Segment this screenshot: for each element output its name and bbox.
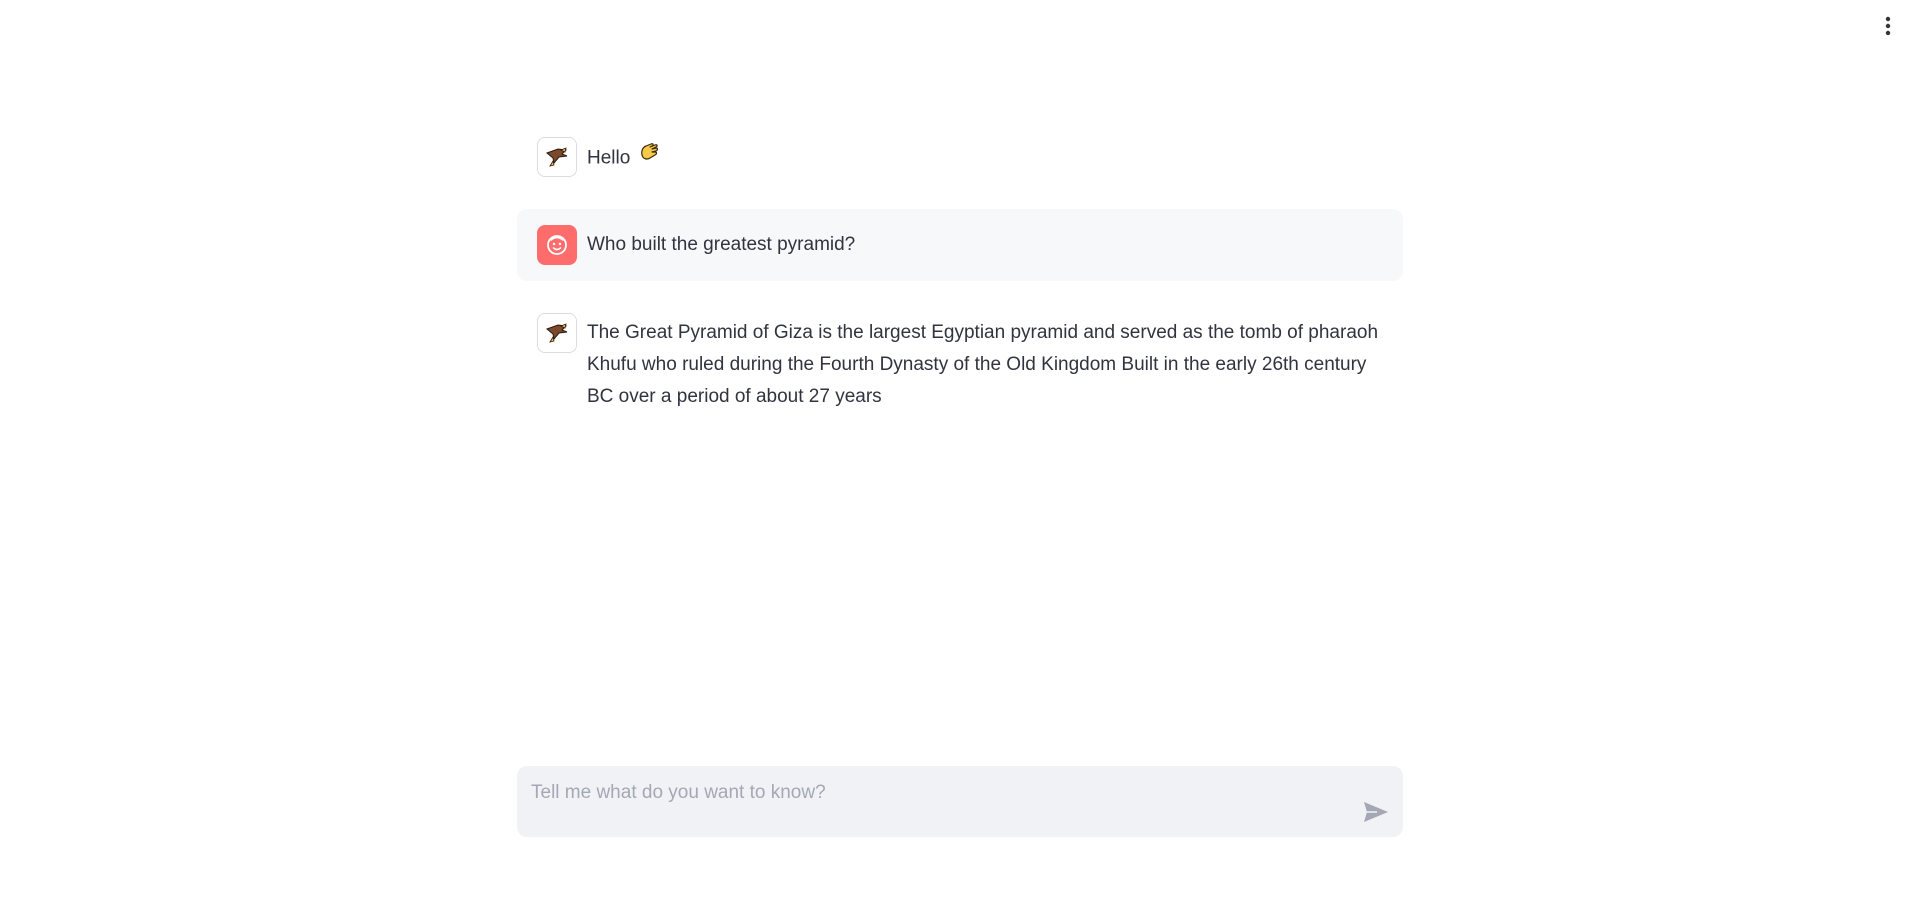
main-menu-button[interactable] bbox=[1876, 14, 1900, 38]
assistant-avatar bbox=[537, 137, 577, 177]
waving-hand-icon bbox=[636, 141, 660, 176]
message-text: Who built the greatest pyramid? bbox=[587, 234, 856, 255]
chat-input[interactable] bbox=[529, 778, 1333, 808]
assistant-message: Hello bbox=[517, 121, 1403, 193]
eagle-icon bbox=[546, 323, 568, 343]
message-text: Hello bbox=[587, 137, 660, 176]
assistant-message: The Great Pyramid of Giza is the largest… bbox=[517, 297, 1403, 429]
send-icon bbox=[1364, 802, 1388, 822]
user-message: Who built the greatest pyramid? bbox=[517, 209, 1403, 281]
message-content: Hello bbox=[587, 147, 631, 169]
chat-input-container bbox=[517, 766, 1403, 837]
eagle-icon bbox=[546, 147, 568, 167]
user-face-icon bbox=[547, 235, 567, 255]
send-button[interactable] bbox=[1361, 799, 1391, 825]
vertical-ellipsis-icon bbox=[1885, 16, 1891, 36]
assistant-avatar bbox=[537, 313, 577, 353]
chat-app: Hello Who built the greatest pyramid? Th… bbox=[0, 0, 1914, 917]
message-text: The Great Pyramid of Giza is the largest… bbox=[587, 322, 1379, 407]
chat-history: Hello Who built the greatest pyramid? Th… bbox=[517, 121, 1403, 445]
user-avatar bbox=[537, 225, 577, 265]
